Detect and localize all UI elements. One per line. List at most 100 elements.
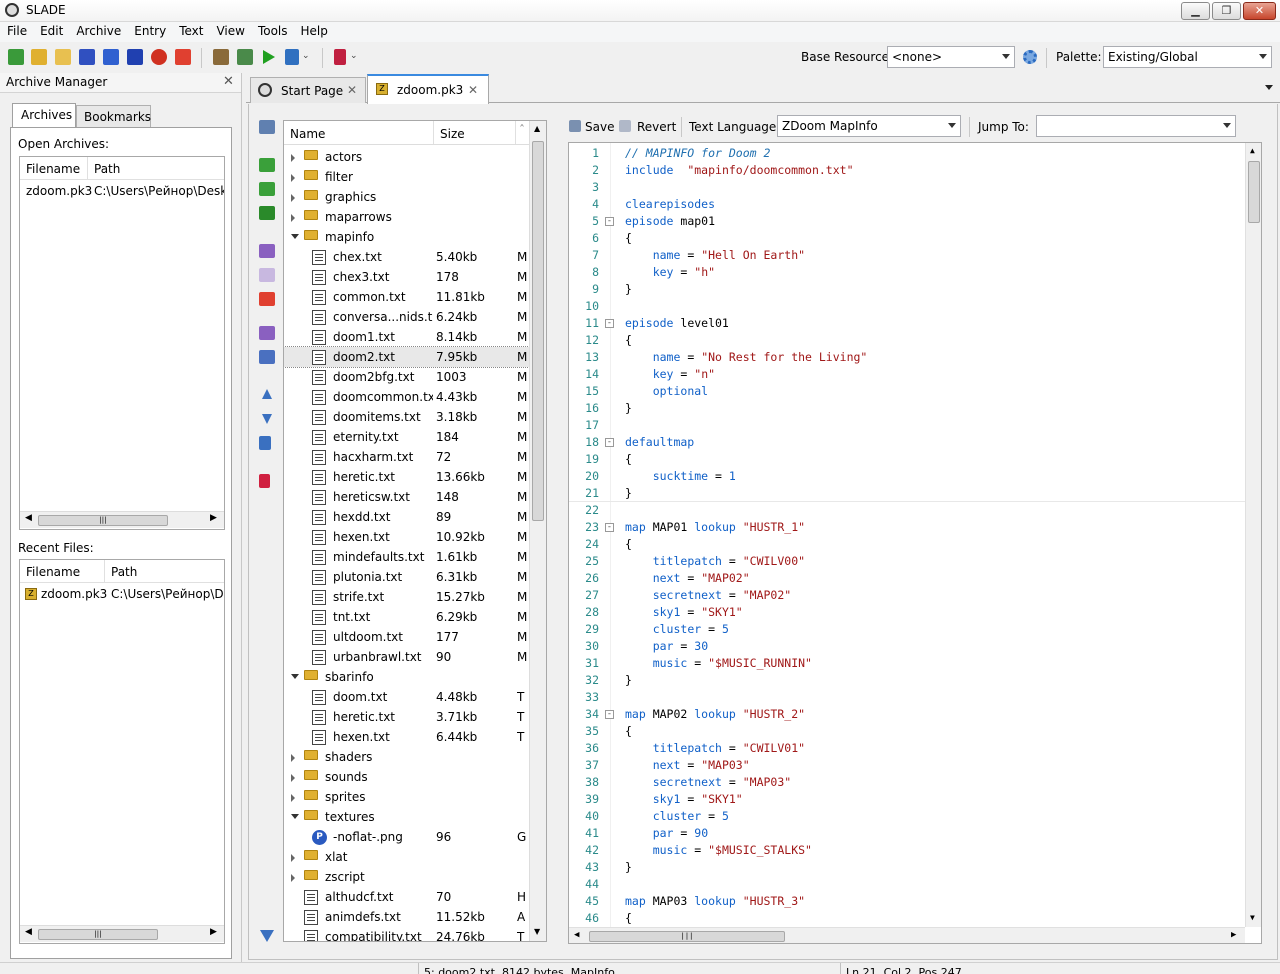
save-all-icon[interactable] bbox=[127, 49, 143, 65]
folder-row[interactable]: xlat bbox=[284, 847, 529, 867]
column-filename[interactable]: Filename bbox=[26, 162, 80, 176]
fold-toggle-icon[interactable]: - bbox=[605, 217, 614, 226]
expand-closed-icon[interactable] bbox=[291, 154, 295, 162]
scroll-left-icon[interactable]: ◀ bbox=[25, 927, 32, 937]
text-editor[interactable]: 1 // MAPINFO for Doom 2 2 include "mapinfo/… bbox=[568, 142, 1262, 944]
expand-closed-icon[interactable] bbox=[291, 194, 295, 202]
scroll-thumb[interactable] bbox=[1248, 161, 1260, 223]
move-up-icon[interactable] bbox=[262, 389, 272, 399]
save-button[interactable]: Save bbox=[585, 120, 614, 134]
folder-row[interactable]: filter bbox=[284, 167, 529, 187]
expand-closed-icon[interactable] bbox=[291, 774, 295, 782]
folder-row[interactable]: shaders bbox=[284, 747, 529, 767]
entry-row[interactable]: hacxharm.txt 72 M bbox=[284, 447, 529, 467]
folder-row[interactable]: graphics bbox=[284, 187, 529, 207]
entry-row[interactable]: P -noflat-.png 96 G bbox=[284, 827, 529, 847]
close-tab-icon[interactable]: ✕ bbox=[468, 83, 478, 97]
column-name[interactable]: Name bbox=[290, 127, 325, 141]
text-language-combo[interactable]: ZDoom MapInfo bbox=[777, 115, 961, 137]
entry-row[interactable]: doomitems.txt 3.18kb M bbox=[284, 407, 529, 427]
entry-row[interactable]: heretic.txt 3.71kb T bbox=[284, 707, 529, 727]
new-entry-icon[interactable] bbox=[259, 158, 275, 172]
gear-icon[interactable] bbox=[1023, 50, 1037, 64]
menu-help[interactable]: Help bbox=[294, 22, 334, 38]
copy-icon[interactable] bbox=[259, 120, 275, 134]
folder-row[interactable]: mapinfo bbox=[284, 227, 529, 247]
expand-closed-icon[interactable] bbox=[291, 794, 295, 802]
menu-edit[interactable]: Edit bbox=[33, 22, 69, 38]
entry-row[interactable]: ultdoom.txt 177 M bbox=[284, 627, 529, 647]
texture-editor-icon[interactable] bbox=[213, 49, 229, 65]
bookmark-dropdown-icon[interactable]: ⌄ bbox=[350, 51, 358, 61]
folder-row[interactable]: zscript bbox=[284, 867, 529, 887]
scroll-thumb[interactable]: ||| bbox=[38, 929, 158, 940]
entry-row[interactable]: eternity.txt 184 M bbox=[284, 427, 529, 447]
list-item[interactable]: Z zdoom.pk3 C:\Users\Рейнор\Des bbox=[20, 584, 224, 604]
expand-closed-icon[interactable] bbox=[291, 214, 295, 222]
expand-closed-icon[interactable] bbox=[291, 754, 295, 762]
scroll-left-icon[interactable]: ◀ bbox=[25, 513, 32, 523]
entry-row[interactable]: hexen.txt 6.44kb T bbox=[284, 727, 529, 747]
jump-to-combo[interactable] bbox=[1036, 115, 1236, 137]
menu-tools[interactable]: Tools bbox=[251, 22, 294, 38]
fold-toggle-icon[interactable]: - bbox=[605, 710, 614, 719]
expand-open-icon[interactable] bbox=[291, 234, 299, 239]
column-filename[interactable]: Filename bbox=[26, 565, 80, 579]
scroll-left-icon[interactable]: ◀ bbox=[574, 930, 579, 940]
entry-row[interactable]: animdefs.txt 11.52kb A bbox=[284, 907, 529, 927]
scroll-up-icon[interactable]: ▲ bbox=[1250, 146, 1255, 155]
editor-vscrollbar[interactable]: ▲ ▼ bbox=[1245, 143, 1261, 927]
sort-icon[interactable] bbox=[259, 436, 271, 450]
entry-row[interactable]: chex.txt 5.40kb M bbox=[284, 247, 529, 267]
filter-icon[interactable] bbox=[260, 930, 274, 942]
entry-row[interactable]: strife.txt 15.27kb M bbox=[284, 587, 529, 607]
entry-row[interactable]: althudcf.txt 70 H bbox=[284, 887, 529, 907]
delete-icon[interactable] bbox=[259, 292, 275, 306]
save-icon[interactable] bbox=[569, 120, 581, 132]
revert-icon[interactable] bbox=[619, 120, 631, 132]
editor-hscrollbar[interactable]: ◀ ||| ▶ bbox=[569, 927, 1245, 943]
entry-row[interactable]: chex3.txt 178 M bbox=[284, 267, 529, 287]
entry-row[interactable]: common.txt 11.81kb M bbox=[284, 287, 529, 307]
expand-closed-icon[interactable] bbox=[291, 174, 295, 182]
save-as-icon[interactable] bbox=[103, 49, 119, 65]
entry-row[interactable]: doomcommon.txt 4.43kb M bbox=[284, 387, 529, 407]
save-icon[interactable] bbox=[79, 49, 95, 65]
tab-menu-icon[interactable] bbox=[1265, 85, 1273, 90]
entry-row[interactable]: hereticsw.txt 148 M bbox=[284, 487, 529, 507]
run-icon[interactable] bbox=[263, 50, 275, 64]
fold-toggle-icon[interactable]: - bbox=[605, 319, 614, 328]
wrench-dropdown-icon[interactable]: ⌄ bbox=[302, 51, 310, 61]
expand-closed-icon[interactable] bbox=[291, 854, 295, 862]
scroll-thumb[interactable] bbox=[532, 141, 544, 521]
open-archive-icon[interactable] bbox=[31, 49, 47, 65]
entry-row[interactable]: tnt.txt 6.29kb M bbox=[284, 607, 529, 627]
scroll-down-icon[interactable]: ▼ bbox=[1250, 913, 1255, 922]
expand-open-icon[interactable] bbox=[291, 814, 299, 819]
folder-row[interactable]: textures bbox=[284, 807, 529, 827]
column-path[interactable]: Path bbox=[94, 162, 120, 176]
fold-toggle-icon[interactable]: - bbox=[605, 523, 614, 532]
entry-row[interactable]: doom2.txt 7.95kb M bbox=[284, 346, 529, 368]
close-tab-icon[interactable]: ✕ bbox=[347, 83, 357, 97]
scroll-up-icon[interactable]: ▲ bbox=[534, 124, 540, 133]
list-item[interactable]: zdoom.pk3 C:\Users\Рейнор\Deskto bbox=[20, 181, 224, 201]
entry-row[interactable]: hexen.txt 10.92kb M bbox=[284, 527, 529, 547]
tab-bookmarks[interactable]: Bookmarks bbox=[76, 105, 151, 127]
new-dir-icon[interactable] bbox=[259, 182, 275, 196]
folder-row[interactable]: actors bbox=[284, 147, 529, 167]
entry-row[interactable]: urbanbrawl.txt 90 M bbox=[284, 647, 529, 667]
entry-row[interactable]: mindefaults.txt 1.61kb M bbox=[284, 547, 529, 567]
folder-row[interactable]: maparrows bbox=[284, 207, 529, 227]
move-down-icon[interactable] bbox=[262, 414, 272, 424]
horizontal-scrollbar[interactable]: ◀ ||| ▶ bbox=[20, 925, 224, 942]
folder-row[interactable]: sbarinfo bbox=[284, 667, 529, 687]
export-as-icon[interactable] bbox=[259, 350, 275, 364]
column-path[interactable]: Path bbox=[111, 565, 137, 579]
scroll-right-icon[interactable]: ▶ bbox=[210, 927, 217, 937]
expand-open-icon[interactable] bbox=[291, 674, 299, 679]
wrench-icon[interactable] bbox=[285, 49, 299, 65]
maximize-button[interactable]: ❐ bbox=[1212, 2, 1241, 20]
entry-list-vscrollbar[interactable]: ▲ ▼ bbox=[529, 121, 546, 941]
expand-closed-icon[interactable] bbox=[291, 874, 295, 882]
